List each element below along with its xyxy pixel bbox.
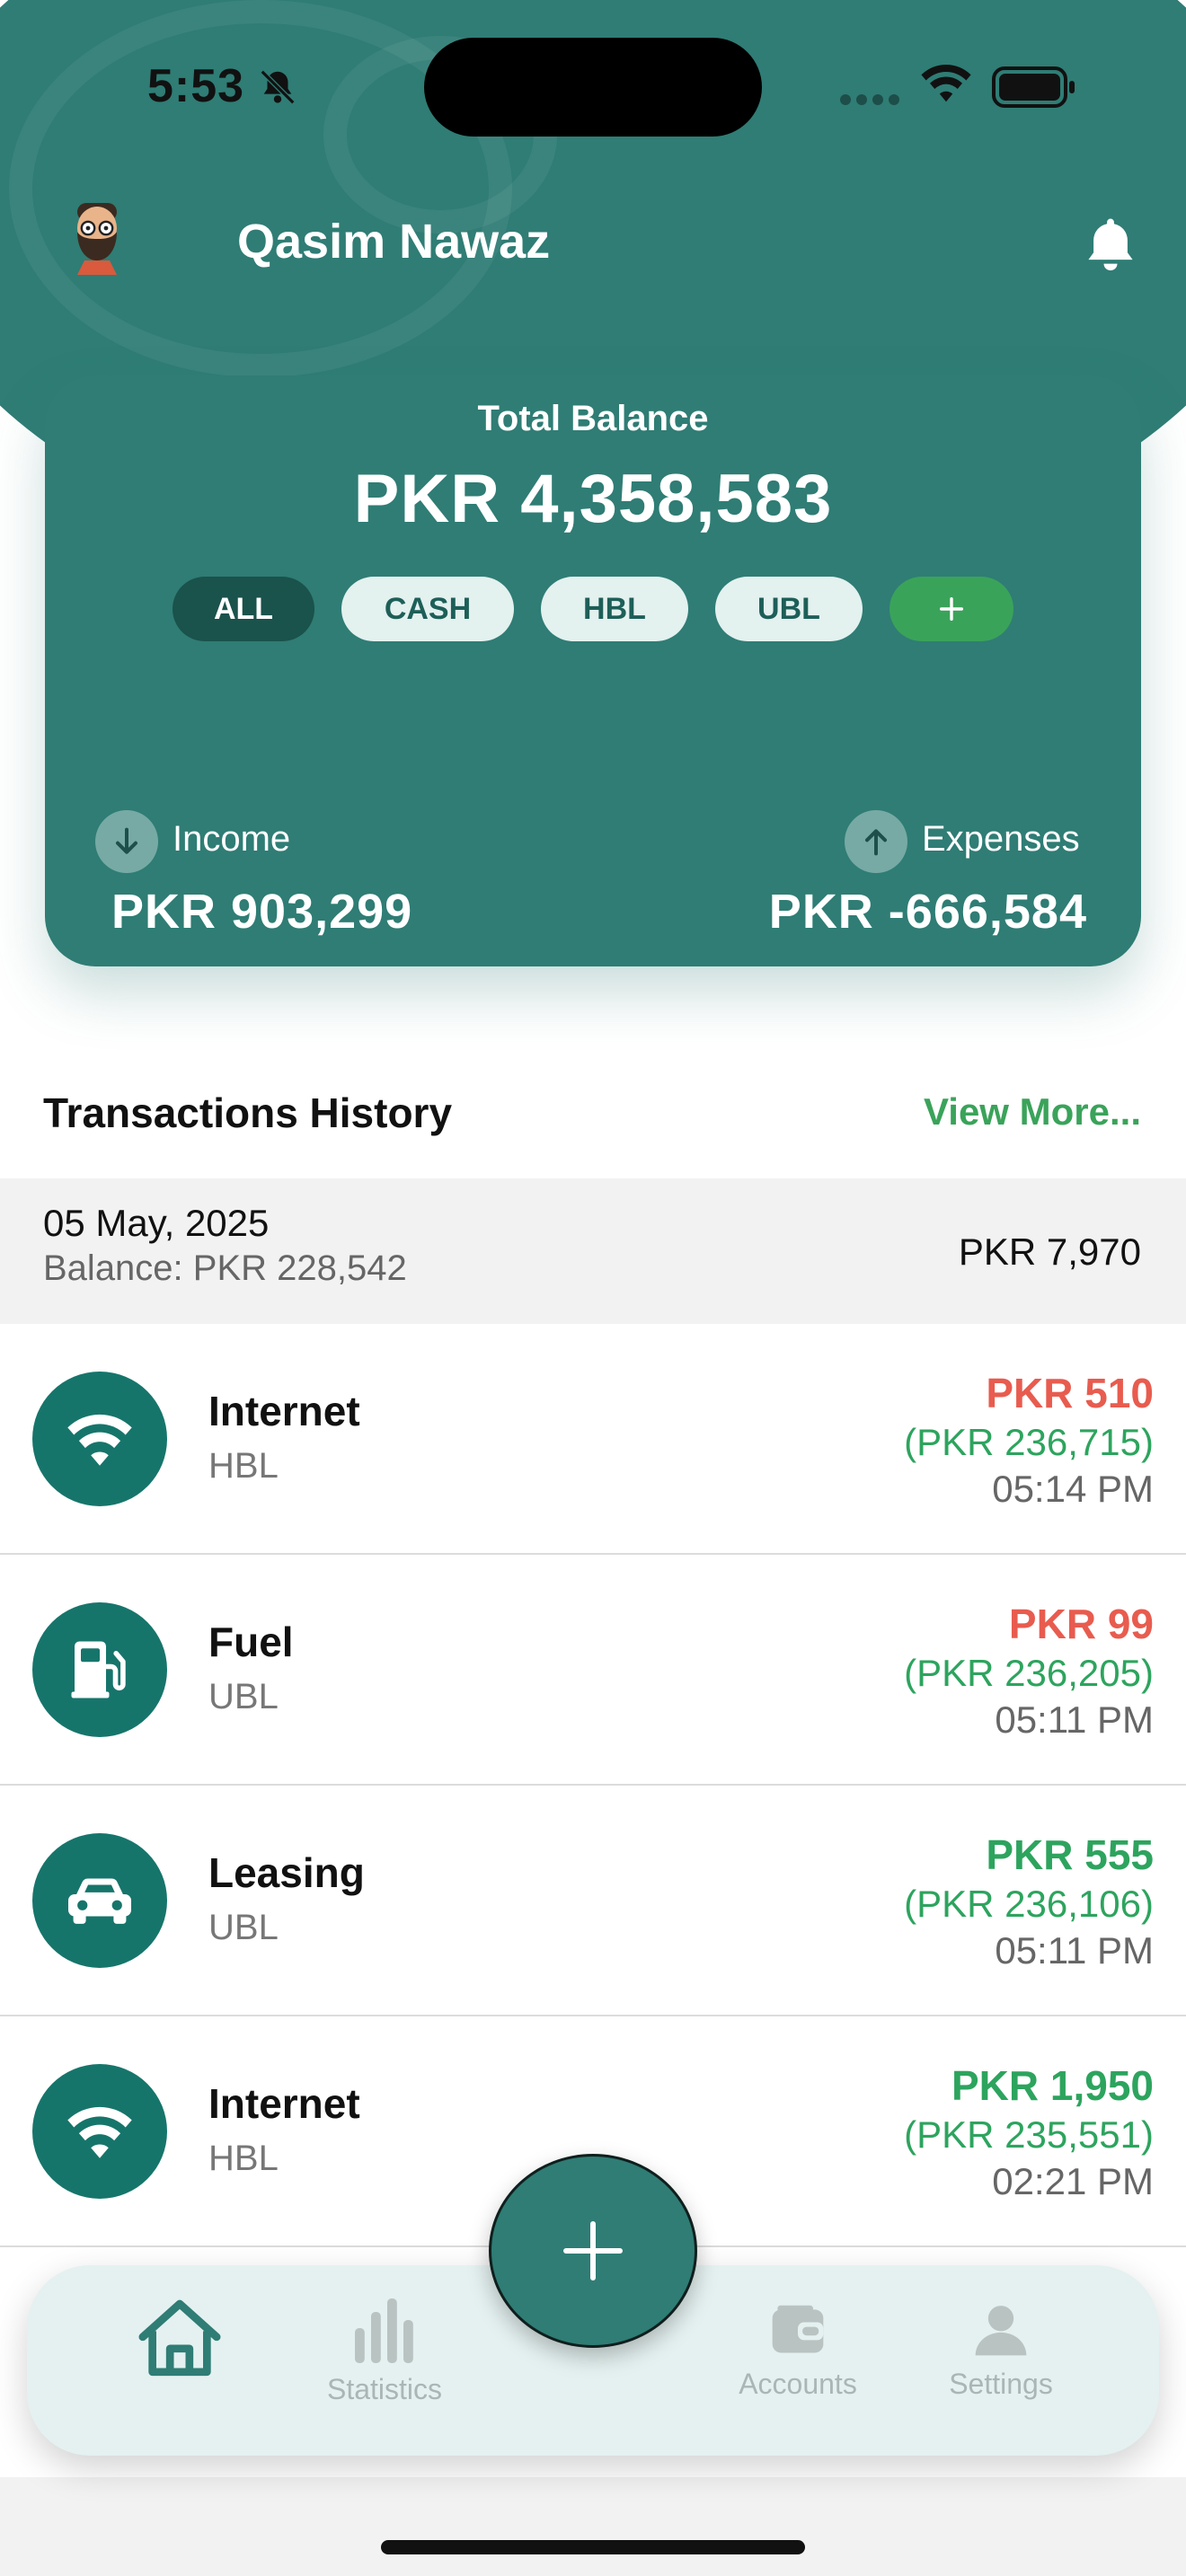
transaction-account: HBL	[208, 2139, 279, 2178]
balance-card: Total Balance PKR 4,358,583 ALL CASH HBL…	[45, 375, 1141, 966]
nav-settings-label: Settings	[949, 2368, 1053, 2400]
transaction-amount: PKR 510	[986, 1370, 1154, 1416]
balance-amount: PKR 4,358,583	[353, 461, 833, 537]
bell-off-icon	[260, 69, 296, 105]
status-time: 5:53	[147, 60, 245, 112]
transaction-category: Fuel	[208, 1619, 294, 1665]
transaction-row[interactable]: Leasing UBL PKR 555 (PKR 236,106) 05:11 …	[0, 1786, 1186, 2016]
nav-statistics[interactable]: Statistics	[295, 2296, 474, 2406]
nav-home[interactable]	[90, 2292, 270, 2393]
home-icon	[138, 2299, 221, 2377]
home-indicator	[381, 2540, 805, 2554]
app-screen: 5:53 Qasim Nawaz Total Balance PKR 4,358…	[0, 0, 1186, 2576]
view-more-link[interactable]: View More...	[924, 1090, 1141, 1134]
day-total: PKR 7,970	[958, 1231, 1141, 1273]
transaction-time: 05:11 PM	[995, 1929, 1154, 1972]
dynamic-island	[424, 38, 762, 137]
day-date: 05 May, 2025	[43, 1202, 270, 1244]
transaction-running-balance: (PKR 236,205)	[904, 1652, 1154, 1694]
wifi-icon	[32, 2064, 167, 2199]
user-name: Qasim Nawaz	[237, 215, 551, 269]
person-icon	[975, 2306, 1027, 2356]
income-arrow-icon	[95, 810, 158, 873]
transaction-account: HBL	[208, 1446, 279, 1486]
bar-chart-icon	[355, 2298, 413, 2363]
nav-accounts[interactable]: Accounts	[708, 2299, 888, 2401]
expense-arrow-icon	[845, 810, 907, 873]
transaction-row[interactable]: Fuel UBL PKR 99 (PKR 236,205) 05:11 PM	[0, 1555, 1186, 1786]
transaction-row[interactable]: Internet HBL PKR 510 (PKR 236,715) 05:14…	[0, 1324, 1186, 1555]
add-account-button[interactable]	[890, 577, 1013, 641]
fuel-icon	[32, 1602, 167, 1737]
transaction-account: UBL	[208, 1677, 279, 1716]
nav-statistics-label: Statistics	[326, 2373, 443, 2405]
account-chip-hbl[interactable]: HBL	[541, 577, 688, 641]
transaction-time: 02:21 PM	[992, 2160, 1154, 2202]
add-transaction-button[interactable]	[489, 2154, 697, 2348]
transaction-running-balance: (PKR 236,715)	[904, 1421, 1154, 1463]
transaction-category: Leasing	[208, 1849, 365, 1896]
plus-icon	[563, 2221, 623, 2280]
account-chip-cash[interactable]: CASH	[341, 577, 514, 641]
status-bar: 5:53	[0, 0, 1186, 171]
avatar[interactable]	[63, 199, 131, 275]
expense-amount: PKR -666,584	[768, 885, 1087, 939]
income-label: Income	[173, 819, 291, 859]
transaction-category: Internet	[208, 1388, 360, 1434]
bottom-safe-area	[0, 2477, 1186, 2576]
transactions-title: Transactions History	[43, 1090, 453, 1136]
transaction-running-balance: (PKR 235,551)	[904, 2113, 1154, 2156]
signal-icon	[840, 94, 899, 105]
nav-settings[interactable]: Settings	[911, 2299, 1091, 2401]
account-chip-ubl[interactable]: UBL	[715, 577, 863, 641]
day-balance: Balance: PKR 228,542	[43, 1248, 407, 1288]
transaction-time: 05:14 PM	[992, 1468, 1154, 1510]
notification-bell-icon[interactable]	[1078, 212, 1143, 277]
wifi-status-icon	[921, 64, 971, 102]
transaction-running-balance: (PKR 236,106)	[904, 1883, 1154, 1925]
wallet-icon	[772, 2305, 824, 2353]
day-group-header: 05 May, 2025 Balance: PKR 228,542 PKR 7,…	[0, 1178, 1186, 1324]
battery-icon	[992, 66, 1075, 108]
balance-label: Total Balance	[477, 399, 709, 438]
account-chip-all[interactable]: ALL	[173, 577, 314, 641]
transaction-amount: PKR 555	[986, 1831, 1154, 1878]
transaction-account: UBL	[208, 1908, 279, 1947]
expense-label: Expenses	[922, 819, 1080, 859]
transaction-time: 05:11 PM	[995, 1698, 1154, 1741]
wifi-icon	[32, 1372, 167, 1506]
transaction-amount: PKR 99	[1008, 1601, 1154, 1647]
nav-accounts-label: Accounts	[739, 2368, 857, 2400]
transaction-category: Internet	[208, 2080, 360, 2127]
income-amount: PKR 903,299	[111, 885, 413, 939]
car-icon	[32, 1833, 167, 1968]
plus-icon	[939, 596, 964, 622]
transaction-amount: PKR 1,950	[951, 2062, 1154, 2109]
